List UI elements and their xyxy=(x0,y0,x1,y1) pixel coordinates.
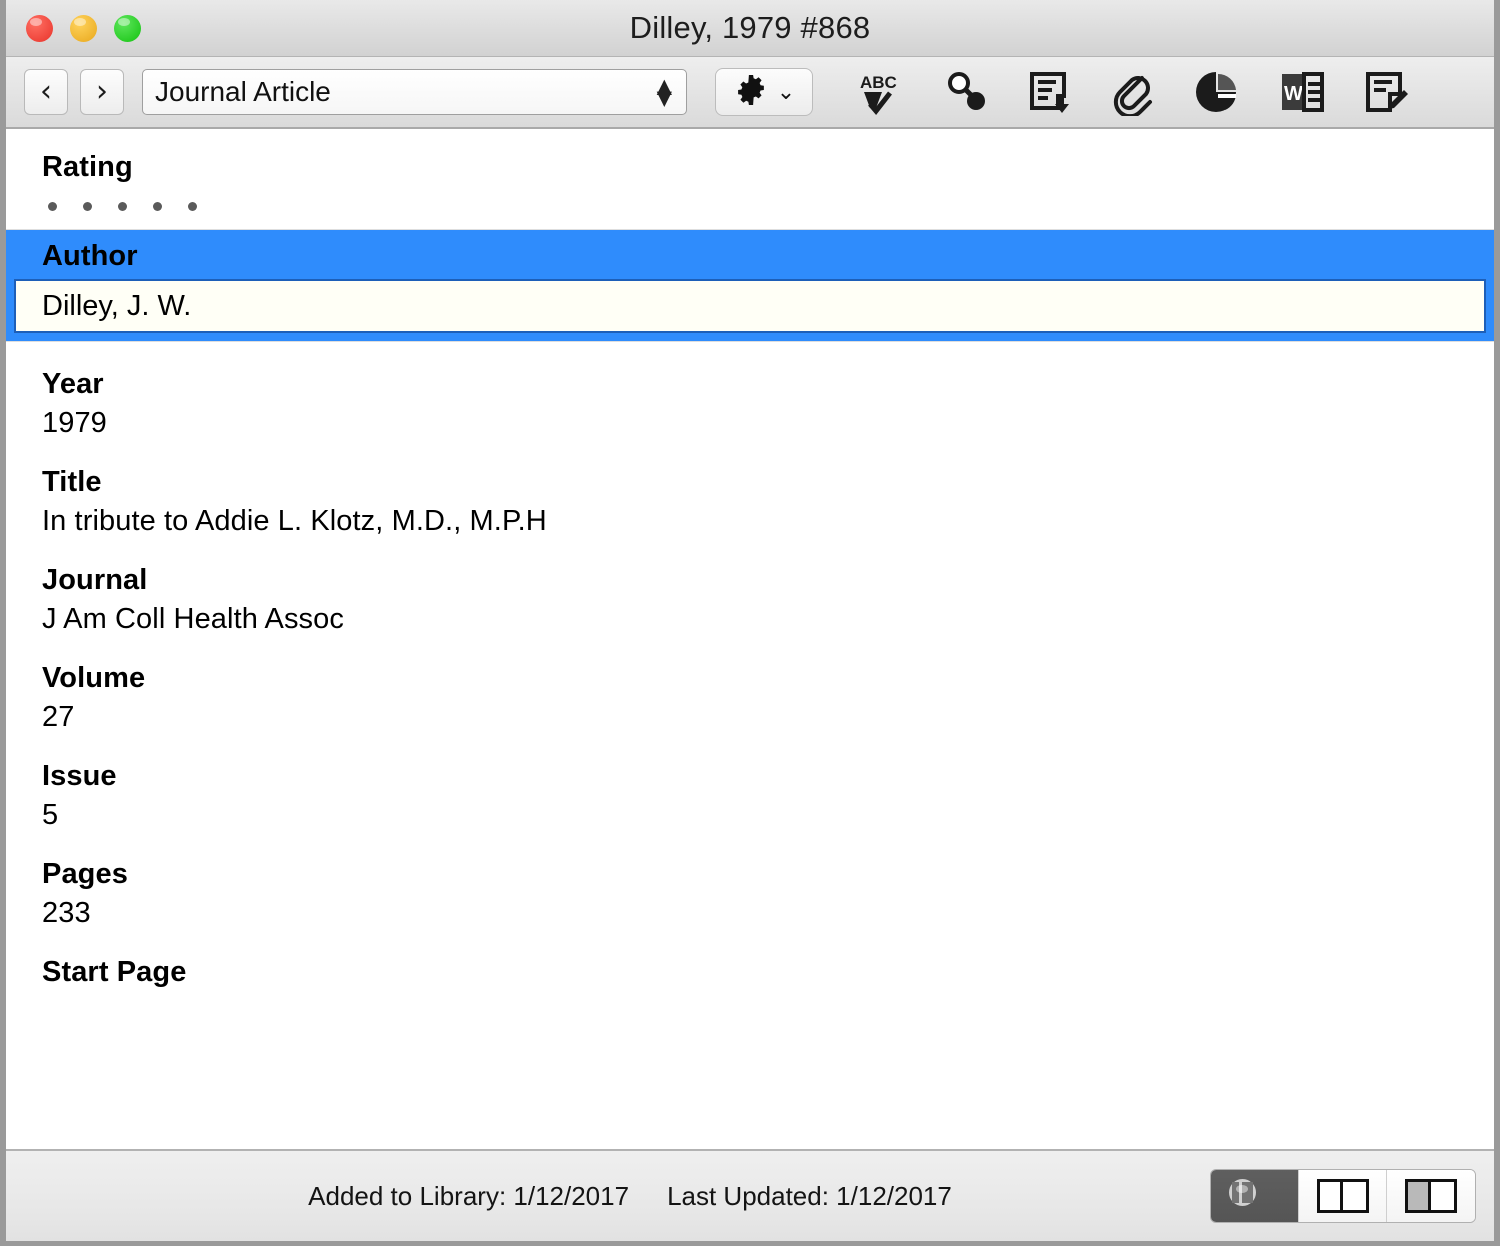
start-page-label: Start Page xyxy=(42,956,187,988)
reference-actions-button[interactable]: ⌄ xyxy=(715,68,813,116)
volume-label: Volume xyxy=(42,662,146,694)
layout-button-group xyxy=(1210,1169,1476,1223)
year-value[interactable]: 1979 xyxy=(42,407,1494,440)
reference-type-value: Journal Article xyxy=(155,76,331,107)
added-to-library-text: Added to Library: 1/12/2017 xyxy=(308,1180,630,1211)
volume-value[interactable]: 27 xyxy=(42,701,1494,734)
issue-value[interactable]: 5 xyxy=(42,799,1494,832)
rating-stars[interactable] xyxy=(42,202,1494,211)
field-author[interactable]: Author Dilley, J. W. xyxy=(6,230,1494,341)
field-rating: Rating xyxy=(6,129,1494,229)
rating-star-2[interactable] xyxy=(83,202,92,211)
window-title: Dilley, 1979 #868 xyxy=(629,10,871,45)
window-titlebar: Dilley, 1979 #868 xyxy=(6,0,1494,57)
export-to-word-icon[interactable]: W xyxy=(1275,66,1329,118)
preview-pane-icon xyxy=(1405,1179,1457,1213)
navigation-button-group: ‹ › xyxy=(24,69,124,115)
reference-fields-panel: Rating Author Dilley, J. W. Year 1979 Ti… xyxy=(6,129,1494,1149)
chevron-updown-icon: ▲ ▼ xyxy=(656,73,672,110)
status-bar: Added to Library: 1/12/2017 Last Updated… xyxy=(6,1149,1494,1241)
field-year[interactable]: Year 1979 xyxy=(6,342,1494,440)
title-label: Title xyxy=(42,466,102,498)
svg-text:W: W xyxy=(1284,83,1303,105)
year-label: Year xyxy=(42,368,104,400)
split-horizontal-icon xyxy=(1228,1179,1281,1213)
insert-citation-icon[interactable] xyxy=(1023,66,1077,118)
reference-window: Dilley, 1979 #868 ‹ › Journal Article ▲ ▼… xyxy=(0,0,1500,1246)
close-button[interactable] xyxy=(26,15,53,42)
chevron-down-icon: ⌄ xyxy=(776,79,796,105)
issue-label: Issue xyxy=(42,760,117,792)
author-input[interactable]: Dilley, J. W. xyxy=(14,279,1486,333)
spell-check-icon[interactable]: ABC xyxy=(855,66,909,118)
next-reference-button[interactable]: › xyxy=(80,69,124,115)
title-value[interactable]: In tribute to Addie L. Klotz, M.D., M.P.… xyxy=(42,505,1494,538)
pages-value[interactable]: 233 xyxy=(42,897,1494,930)
field-volume[interactable]: Volume 27 xyxy=(6,636,1494,734)
traffic-light-group xyxy=(26,15,141,42)
layout-split-vertical-button[interactable] xyxy=(1299,1170,1387,1222)
new-reference-icon[interactable] xyxy=(1359,66,1413,118)
split-vertical-icon xyxy=(1316,1179,1369,1213)
rating-label: Rating xyxy=(42,151,133,183)
journal-label: Journal xyxy=(42,564,148,596)
rating-star-5[interactable] xyxy=(188,202,197,211)
field-issue[interactable]: Issue 5 xyxy=(6,734,1494,832)
journal-value[interactable]: J Am Coll Health Assoc xyxy=(42,603,1494,636)
find-reference-updates-icon[interactable] xyxy=(939,66,993,118)
pages-label: Pages xyxy=(42,858,128,890)
field-pages[interactable]: Pages 233 xyxy=(6,832,1494,930)
svg-text:ABC: ABC xyxy=(860,73,897,92)
layout-split-horizontal-button[interactable] xyxy=(1211,1170,1299,1222)
toolbar-icon-strip: ABC W xyxy=(855,66,1413,118)
layout-preview-pane-button[interactable] xyxy=(1387,1170,1475,1222)
rating-star-3[interactable] xyxy=(118,202,127,211)
gear-icon xyxy=(733,72,769,113)
maximize-button[interactable] xyxy=(114,15,141,42)
field-journal[interactable]: Journal J Am Coll Health Assoc xyxy=(6,538,1494,636)
reference-toolbar: ‹ › Journal Article ▲ ▼ ⌄ ABC W xyxy=(6,57,1494,129)
rating-star-1[interactable] xyxy=(48,202,57,211)
attach-file-icon[interactable] xyxy=(1107,66,1161,118)
author-label: Author xyxy=(42,240,138,272)
last-updated-text: Last Updated: 1/12/2017 xyxy=(667,1180,952,1211)
minimize-button[interactable] xyxy=(70,15,97,42)
reference-type-select[interactable]: Journal Article ▲ ▼ xyxy=(142,69,687,115)
field-start-page[interactable]: Start Page xyxy=(6,930,1494,989)
attach-figure-icon[interactable] xyxy=(1191,66,1245,118)
field-title[interactable]: Title In tribute to Addie L. Klotz, M.D.… xyxy=(6,440,1494,538)
previous-reference-button[interactable]: ‹ xyxy=(24,69,68,115)
rating-star-4[interactable] xyxy=(153,202,162,211)
